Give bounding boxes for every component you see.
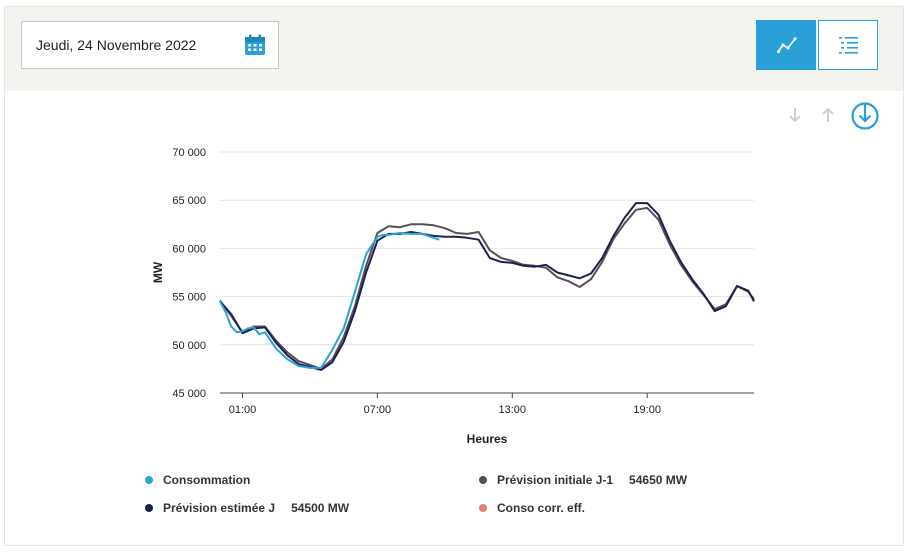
legend-item-consommation[interactable]: Consommation (145, 473, 250, 487)
x-tick-label: 07:00 (364, 404, 392, 416)
y-tick-label: 65 000 (172, 195, 206, 207)
legend-marker (479, 476, 487, 484)
legend-label: Conso corr. eff. (497, 501, 586, 515)
x-tick-label: 19:00 (633, 404, 661, 416)
legend-label: Consommation (163, 473, 251, 487)
legend-item-prevision-estimee[interactable]: Prévision estimée J 54500 MW (145, 501, 349, 515)
chart-view-button[interactable] (756, 20, 816, 70)
line-chart-icon (777, 37, 797, 54)
y-tick-label: 50 000 (172, 340, 206, 352)
legend-marker (145, 504, 153, 512)
list-icon (839, 37, 858, 54)
x-tick-label: 13:00 (499, 404, 527, 416)
calendar-icon[interactable] (244, 34, 266, 56)
legend-item-conso-corr[interactable]: Conso corr. eff. (479, 501, 585, 515)
date-picker[interactable]: Jeudi, 24 Novembre 2022 (21, 21, 279, 69)
series-line-consommation (219, 232, 440, 369)
legend-marker (145, 476, 153, 484)
y-tick-label: 60 000 (172, 243, 206, 255)
legend-item-prevision-initiale[interactable]: Prévision initiale J-1 54650 MW (479, 473, 687, 487)
legend-label: Prévision initiale J-1 (497, 473, 614, 487)
legend-label: Prévision estimée J (163, 501, 276, 515)
line-chart: 45 000 50 000 55 000 60 000 65 000 70 000 01:0… (151, 147, 755, 446)
table-view-button[interactable] (818, 20, 878, 70)
chart-panel: Jeudi, 24 Novembre 2022 45 000 50 000 55… (4, 6, 904, 546)
x-axis-label: Heures (467, 432, 508, 446)
toolbar: Jeudi, 24 Novembre 2022 (5, 7, 903, 91)
y-tick-label: 55 000 (172, 292, 206, 304)
y-tick-label: 45 000 (172, 388, 206, 400)
legend-value: 54650 MW (629, 473, 688, 487)
date-value: Jeudi, 24 Novembre 2022 (36, 37, 197, 53)
y-axis-label: MW (151, 261, 165, 283)
legend-value: 54500 MW (291, 501, 350, 515)
y-tick-label: 70 000 (172, 147, 206, 159)
x-tick-label: 01:00 (229, 404, 257, 416)
legend-marker (479, 504, 487, 512)
